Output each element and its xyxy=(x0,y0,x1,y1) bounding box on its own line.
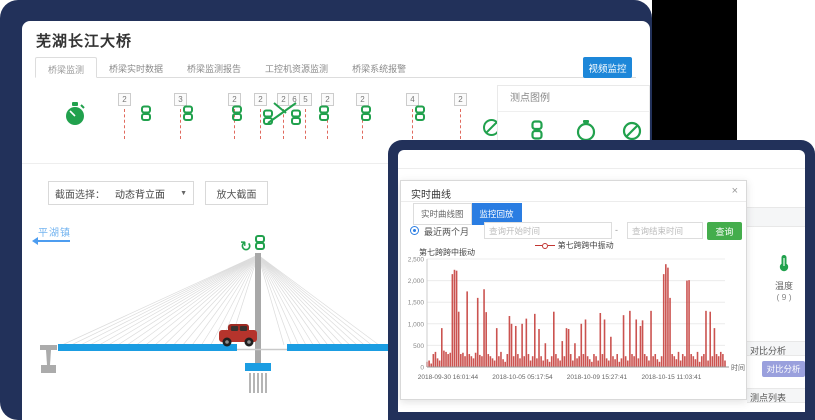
point-list-section-header: 测点列表 xyxy=(747,388,805,403)
tab-realtime-data[interactable]: 桥梁实时数据 xyxy=(97,57,175,78)
link-sensor-icon[interactable] xyxy=(140,105,152,122)
svg-text:1,000: 1,000 xyxy=(408,321,425,328)
dialog-title: 实时曲线 xyxy=(411,186,451,201)
query-end-time-input[interactable] xyxy=(627,222,703,239)
black-region xyxy=(652,0,737,140)
svg-text:2018-10-09 15:27:41: 2018-10-09 15:27:41 xyxy=(567,374,628,381)
svg-text:2018-09-30 16:01:44: 2018-09-30 16:01:44 xyxy=(418,374,479,381)
sensor-drop-line xyxy=(460,109,461,139)
bridge-deck-left xyxy=(58,344,237,351)
tab-monitor-report[interactable]: 桥梁监测报告 xyxy=(175,57,253,78)
prohibit-legend-icon xyxy=(622,120,642,142)
svg-text:时间: 时间 xyxy=(731,363,745,372)
link-sensor-icon[interactable] xyxy=(414,105,426,122)
tab-ipc-resource[interactable]: 工控机资源监测 xyxy=(253,57,340,78)
temperature-sensor-block[interactable]: 温度 ( 9 ) xyxy=(764,254,804,302)
svg-text:0: 0 xyxy=(420,365,424,372)
video-monitor-button[interactable]: 视频监控 xyxy=(583,57,632,78)
recent-two-months-label: 最近两个月 xyxy=(424,225,469,238)
link-sensor-icon xyxy=(256,236,264,249)
compare-analysis-button[interactable]: 对比分析 xyxy=(762,361,805,377)
sensor-drop-line xyxy=(180,109,181,139)
rotate-sensor-icon: ↻ xyxy=(240,238,252,254)
zoom-section-button[interactable]: 放大截面 xyxy=(205,181,268,205)
bearing-sensor-icon[interactable] xyxy=(262,101,304,127)
sidebar-section-band xyxy=(747,207,805,227)
tab-system-alarm[interactable]: 桥梁系统报警 xyxy=(340,57,418,78)
modal-content: 温度 ( 9 ) 对比分析 对比分析 测点列表 实时曲线 × 实时曲线图 监控回… xyxy=(398,150,805,412)
vibration-chart: 0 500 1,000 1,500 2,000 2,500 2018-09-30 16:01… xyxy=(403,255,747,396)
modal-top-divider xyxy=(398,168,805,169)
tower-cap xyxy=(245,363,271,371)
section-select-dropdown[interactable]: 截面选择： 动态背立面 ▼ xyxy=(48,181,194,205)
sensor-drop-line xyxy=(124,109,125,139)
chevron-down-icon: ▼ xyxy=(180,190,187,197)
tower-top-sensor-icons: ↻ xyxy=(240,236,264,254)
temperature-count: ( 9 ) xyxy=(764,292,804,302)
bridge-tower xyxy=(255,253,261,363)
query-start-time-input[interactable] xyxy=(484,222,612,239)
page-title: 芜湖长江大桥 xyxy=(36,30,132,51)
recent-two-months-radio[interactable] xyxy=(410,226,419,235)
temperature-label: 温度 xyxy=(764,279,804,292)
sensor-drop-line xyxy=(260,109,261,139)
sensor-count-badge: 2 xyxy=(118,93,131,106)
sensor-drop-line xyxy=(305,109,306,139)
timer-legend-icon xyxy=(576,120,596,142)
left-abutment xyxy=(40,345,57,373)
bridge-deck-right xyxy=(287,344,390,351)
stopwatch-sensor-icon[interactable] xyxy=(64,101,86,127)
svg-text:500: 500 xyxy=(413,343,424,350)
tower-foundation xyxy=(250,373,266,393)
legend-line-icon xyxy=(548,245,555,246)
tab-bridge-monitor[interactable]: 桥梁监测 xyxy=(35,57,97,78)
link-sensor-icon[interactable] xyxy=(231,105,243,122)
compare-section-header: 对比分析 xyxy=(747,341,805,356)
car xyxy=(219,324,257,347)
svg-text:2018-10-05 05:17:54: 2018-10-05 05:17:54 xyxy=(492,374,553,381)
dialog-header: 实时曲线 × xyxy=(401,181,746,202)
bridge-diagram: ↻ xyxy=(28,235,390,420)
close-icon[interactable]: × xyxy=(732,185,738,197)
vibration-trend-chart: 0 500 1,000 1,500 2,000 2,500 2018-09-30 16:01… xyxy=(403,255,747,391)
svg-text:1,500: 1,500 xyxy=(408,300,425,307)
svg-text:2,500: 2,500 xyxy=(408,257,425,264)
link-sensor-icon[interactable] xyxy=(318,105,330,122)
sensor-count-badge: 2 xyxy=(454,93,467,106)
link-sensor-icon[interactable] xyxy=(360,105,372,122)
legend-label: 第七跨跨中振动 xyxy=(558,241,614,250)
modal-window: 温度 ( 9 ) 对比分析 对比分析 测点列表 实时曲线 × 实时曲线图 监控回… xyxy=(388,140,815,420)
link-legend-icon xyxy=(530,120,544,140)
section-select-label: 截面选择： xyxy=(55,186,105,201)
main-tab-bar: 桥梁监测 桥梁实时数据 桥梁监测报告 工控机资源监测 桥梁系统报警 xyxy=(35,57,636,78)
svg-text:2018-10-15 11:03:41: 2018-10-15 11:03:41 xyxy=(641,374,701,381)
svg-text:2,000: 2,000 xyxy=(408,278,425,285)
section-select-value: 动态背立面 xyxy=(115,186,165,201)
legend-panel-title: 测点图例 xyxy=(498,86,649,112)
sensor-drop-line xyxy=(412,109,413,139)
query-button[interactable]: 查询 xyxy=(707,222,742,240)
legend-line-icon xyxy=(535,245,542,246)
range-separator: - xyxy=(615,225,618,235)
screen: 芜湖长江大桥 桥梁监测 桥梁实时数据 桥梁监测报告 工控机资源监测 桥梁系统报警… xyxy=(0,0,815,420)
query-controls: 最近两个月 - 查询 xyxy=(401,221,746,241)
thermometer-icon xyxy=(777,254,791,272)
realtime-curve-dialog: 实时曲线 × 实时曲线图 监控回放 最近两个月 - 查询 第七跨 xyxy=(400,180,747,400)
link-sensor-icon[interactable] xyxy=(182,105,194,122)
